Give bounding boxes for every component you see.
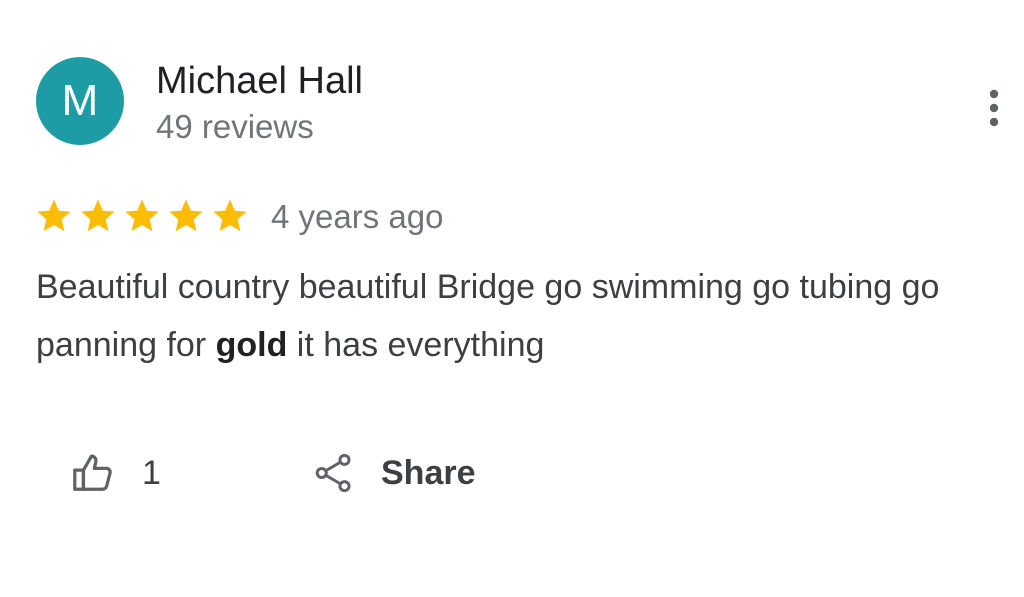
review-text: Beautiful country beautiful Bridge go sw… — [36, 258, 1021, 374]
star-icon — [81, 199, 115, 232]
share-button[interactable]: Share — [313, 447, 476, 499]
like-count: 1 — [142, 453, 161, 492]
more-vert-icon — [989, 89, 999, 127]
share-label: Share — [381, 453, 476, 492]
more-options-button[interactable] — [975, 84, 1013, 132]
review-text-part: it has everything — [287, 326, 545, 364]
star-icon — [125, 199, 159, 232]
star-icon — [213, 199, 247, 232]
review-date: 4 years ago — [271, 198, 444, 235]
star-rating — [34, 196, 250, 236]
star-icon — [169, 199, 203, 232]
author-name[interactable]: Michael Hall — [156, 60, 363, 103]
like-button[interactable]: 1 — [70, 447, 161, 499]
review-text-highlight: gold — [215, 326, 288, 364]
avatar[interactable]: M — [36, 57, 124, 145]
author-review-count[interactable]: 49 reviews — [156, 108, 314, 146]
avatar-initial: M — [61, 76, 99, 125]
share-icon — [315, 453, 351, 493]
thumbs-up-icon — [73, 454, 112, 491]
star-icon — [37, 199, 71, 232]
